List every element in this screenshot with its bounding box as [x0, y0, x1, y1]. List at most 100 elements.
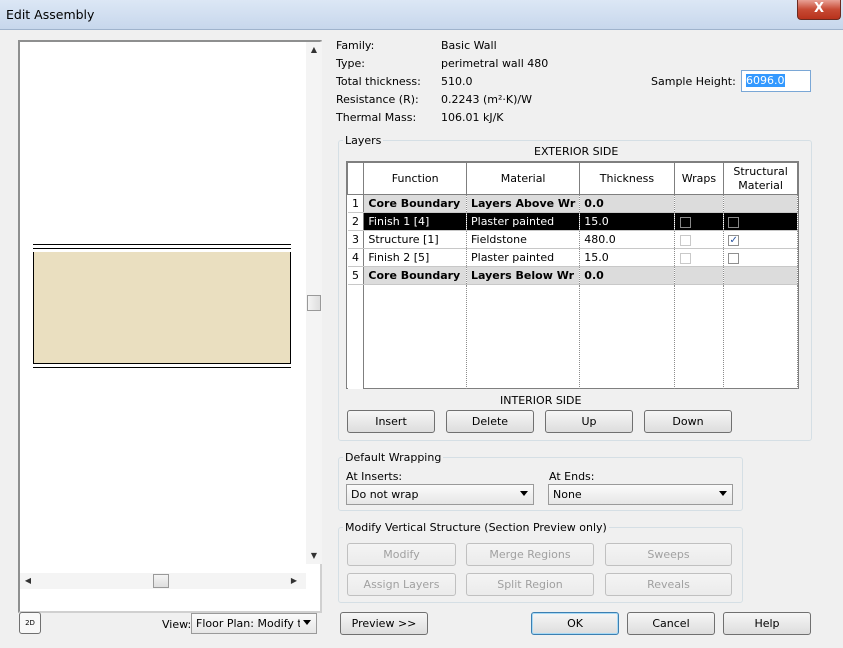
layers-table[interactable]: Function Material Thickness Wraps Struct… [346, 161, 799, 389]
title-bar: Edit Assembly X [0, 0, 843, 30]
chevron-down-icon [520, 491, 528, 496]
function-cell[interactable]: Core Boundary [363, 194, 467, 213]
material-cell[interactable]: Layers Above Wr [466, 194, 581, 213]
split-region-button[interactable]: Split Region [466, 573, 594, 596]
view-label: View: [162, 618, 192, 631]
cancel-button[interactable]: Cancel [627, 612, 715, 635]
wraps-checkbox[interactable] [679, 234, 691, 246]
sample-height-label: Sample Height: [651, 75, 736, 88]
material-cell[interactable]: Plaster painted [466, 212, 581, 231]
structural-material-column-header[interactable]: Structural Material [723, 162, 798, 195]
thickness-column-header[interactable]: Thickness [579, 162, 675, 195]
sweeps-button[interactable]: Sweeps [605, 543, 732, 566]
reveals-button[interactable]: Reveals [605, 573, 732, 596]
wraps-column-header[interactable]: Wraps [673, 162, 725, 195]
structural-checkbox[interactable] [728, 252, 740, 264]
horizontal-scroll-thumb[interactable] [153, 574, 169, 588]
material-cell[interactable]: Layers Below Wr [466, 266, 581, 285]
down-button[interactable]: Down [644, 410, 732, 433]
help-button[interactable]: Help [723, 612, 811, 635]
view-select[interactable]: Floor Plan: Modify typ [191, 613, 317, 634]
preview-canvas[interactable] [20, 42, 306, 564]
row-number[interactable]: 3 [347, 230, 365, 249]
wall-finish-top [33, 248, 291, 249]
thickness-cell[interactable]: 15.0 [579, 248, 675, 267]
thermal-mass-label: Thermal Mass: [336, 111, 417, 124]
total-thickness-label: Total thickness: [336, 75, 421, 88]
wraps-checkbox[interactable] [679, 216, 691, 228]
thickness-cell[interactable]: 480.0 [579, 230, 675, 249]
wall-structure [33, 252, 291, 364]
insert-button[interactable]: Insert [347, 410, 435, 433]
modify-button[interactable]: Modify [347, 543, 456, 566]
scroll-right-icon[interactable]: ▶ [286, 573, 302, 589]
at-ends-select[interactable]: None [548, 484, 733, 505]
material-cell[interactable]: Fieldstone [466, 230, 581, 249]
sample-height-input[interactable]: 6096.0 [741, 70, 811, 92]
delete-button[interactable]: Delete [446, 410, 534, 433]
material-cell[interactable]: Plaster painted [466, 248, 581, 267]
row-number[interactable]: 2 [347, 212, 365, 231]
function-cell[interactable]: Core Boundary [363, 266, 467, 285]
structural-checkbox[interactable] [728, 216, 740, 228]
thickness-cell[interactable]: 15.0 [579, 212, 675, 231]
empty-row [347, 284, 798, 389]
chevron-down-icon [303, 620, 311, 625]
up-button[interactable]: Up [545, 410, 633, 433]
layer-row-selected[interactable]: 2 Finish 1 [4] Plaster painted 15.0 [347, 212, 798, 231]
scroll-down-icon[interactable]: ▼ [306, 548, 322, 564]
wraps-cell [674, 212, 725, 231]
structural-checkbox-checked[interactable]: ✓ [728, 234, 740, 246]
function-column-header[interactable]: Function [363, 162, 467, 195]
row-number-header [346, 162, 365, 195]
layer-row[interactable]: 5 Core Boundary Layers Below Wr 0.0 [347, 266, 798, 285]
preview-button[interactable]: Preview >> [340, 612, 428, 635]
layer-row[interactable]: 4 Finish 2 [5] Plaster painted 15.0 [347, 248, 798, 267]
function-cell[interactable]: Structure [1] [363, 230, 467, 249]
row-number[interactable]: 1 [347, 194, 365, 213]
horizontal-scrollbar[interactable]: ◀ ▶ [20, 573, 306, 589]
at-ends-value: None [553, 488, 582, 501]
section-preview[interactable]: ▲ ▼ ◀ ▶ [18, 40, 322, 613]
function-cell[interactable]: Finish 1 [4] [363, 212, 467, 231]
interior-side-label: INTERIOR SIDE [500, 394, 582, 407]
thickness-cell[interactable]: 0.0 [579, 194, 675, 213]
thickness-cell[interactable]: 0.0 [579, 266, 675, 285]
thermal-mass-value: 106.01 kJ/K [441, 111, 504, 124]
layers-header-row: Function Material Thickness Wraps Struct… [346, 162, 798, 195]
function-cell[interactable]: Finish 2 [5] [363, 248, 467, 267]
exterior-side-label: EXTERIOR SIDE [534, 145, 619, 158]
vertical-scrollbar[interactable]: ▲ ▼ [306, 42, 322, 564]
sample-height-value: 6096.0 [746, 74, 785, 87]
at-inserts-select[interactable]: Do not wrap [346, 484, 534, 505]
assign-layers-button[interactable]: Assign Layers [347, 573, 456, 596]
merge-regions-button[interactable]: Merge Regions [466, 543, 594, 566]
type-value: perimetral wall 480 [441, 57, 549, 70]
material-column-header[interactable]: Material [465, 162, 581, 195]
close-button[interactable]: X [797, 0, 841, 20]
2d-view-icon[interactable]: 2D [19, 612, 41, 634]
wraps-cell [674, 248, 725, 267]
vertical-structure-label: Modify Vertical Structure (Section Previ… [343, 521, 609, 534]
scroll-left-icon[interactable]: ◀ [20, 573, 36, 589]
type-label: Type: [336, 57, 365, 70]
structural-cell: ✓ [723, 230, 798, 249]
layer-row[interactable]: 3 Structure [1] Fieldstone 480.0 ✓ [347, 230, 798, 249]
window-title: Edit Assembly [6, 7, 95, 22]
wraps-cell [674, 230, 725, 249]
vertical-scroll-thumb[interactable] [307, 295, 321, 311]
wraps-cell [674, 266, 725, 285]
scroll-up-icon[interactable]: ▲ [306, 42, 322, 58]
at-ends-label: At Ends: [549, 470, 595, 483]
layer-row[interactable]: 1 Core Boundary Layers Above Wr 0.0 [347, 194, 798, 213]
row-number[interactable]: 5 [347, 266, 365, 285]
dialog-body: ▲ ▼ ◀ ▶ Family: Basic Wall Type: perimet… [0, 30, 843, 648]
wraps-checkbox[interactable] [679, 252, 691, 264]
family-label: Family: [336, 39, 375, 52]
wall-edge-bottom [33, 367, 291, 368]
row-number[interactable]: 4 [347, 248, 365, 267]
chevron-down-icon [719, 491, 727, 496]
structural-cell [723, 266, 798, 285]
ok-button[interactable]: OK [531, 612, 619, 635]
view-value: Floor Plan: Modify typ [196, 617, 300, 630]
